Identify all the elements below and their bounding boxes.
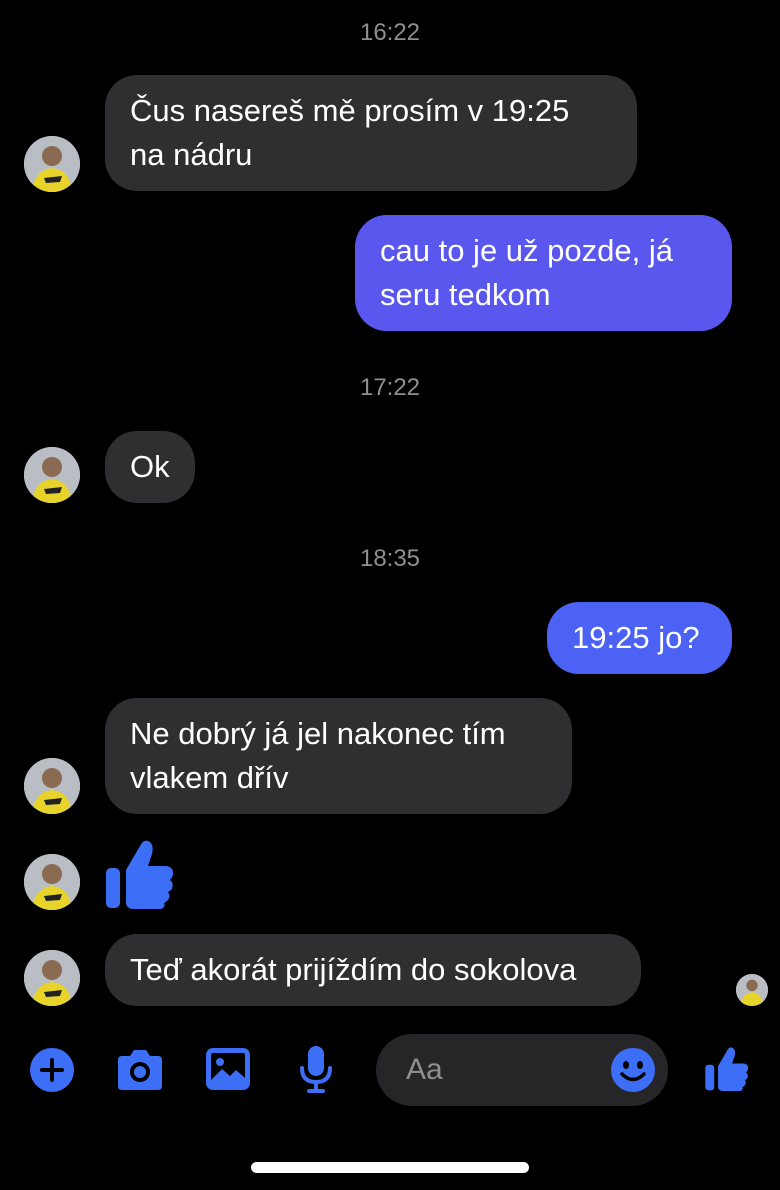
home-indicator[interactable] [251, 1162, 529, 1173]
thumbs-up-icon[interactable] [104, 836, 176, 910]
thumbs-up-icon[interactable] [704, 1044, 750, 1092]
message-bubble-incoming[interactable]: Ne dobrý já jel nakonec tím vlakem dřív [105, 698, 572, 814]
plus-icon[interactable] [28, 1046, 76, 1094]
message-text: Ok [130, 449, 170, 484]
emoji-icon[interactable] [610, 1047, 656, 1093]
contact-avatar[interactable] [24, 758, 80, 814]
contact-avatar[interactable] [24, 950, 80, 1006]
read-receipt-avatar [736, 974, 768, 1006]
message-text: Ne dobrý já jel nakonec tím [130, 716, 506, 751]
message-text: Čus nasereš mě prosím v 19:25 [130, 93, 570, 128]
message-text: seru tedkom [380, 277, 551, 312]
microphone-icon[interactable] [298, 1044, 334, 1096]
contact-avatar[interactable] [24, 447, 80, 503]
message-text: cau to je už pozde, já [380, 233, 673, 268]
timestamp: 16:22 [359, 19, 421, 46]
message-composer[interactable] [376, 1034, 668, 1106]
message-text: vlakem dřív [130, 760, 289, 795]
message-text: Teď akorát prijíždím do sokolova [130, 952, 577, 987]
message-text: na nádru [130, 137, 253, 172]
message-bubble-outgoing[interactable]: cau to je už pozde, já seru tedkom [355, 215, 732, 331]
contact-avatar[interactable] [24, 136, 80, 192]
message-input[interactable] [406, 1052, 606, 1088]
contact-avatar[interactable] [24, 854, 80, 910]
timestamp: 17:22 [359, 374, 421, 401]
timestamp: 18:35 [359, 545, 421, 572]
gallery-icon[interactable] [204, 1046, 252, 1092]
message-text: 19:25 jo? [572, 620, 700, 655]
message-bubble-incoming[interactable]: Ok [105, 431, 195, 503]
message-bubble-outgoing[interactable]: 19:25 jo? [547, 602, 732, 674]
message-bubble-incoming[interactable]: Teď akorát prijíždím do sokolova [105, 934, 641, 1006]
camera-icon[interactable] [114, 1048, 166, 1092]
message-bubble-incoming[interactable]: Čus nasereš mě prosím v 19:25 na nádru [105, 75, 637, 191]
